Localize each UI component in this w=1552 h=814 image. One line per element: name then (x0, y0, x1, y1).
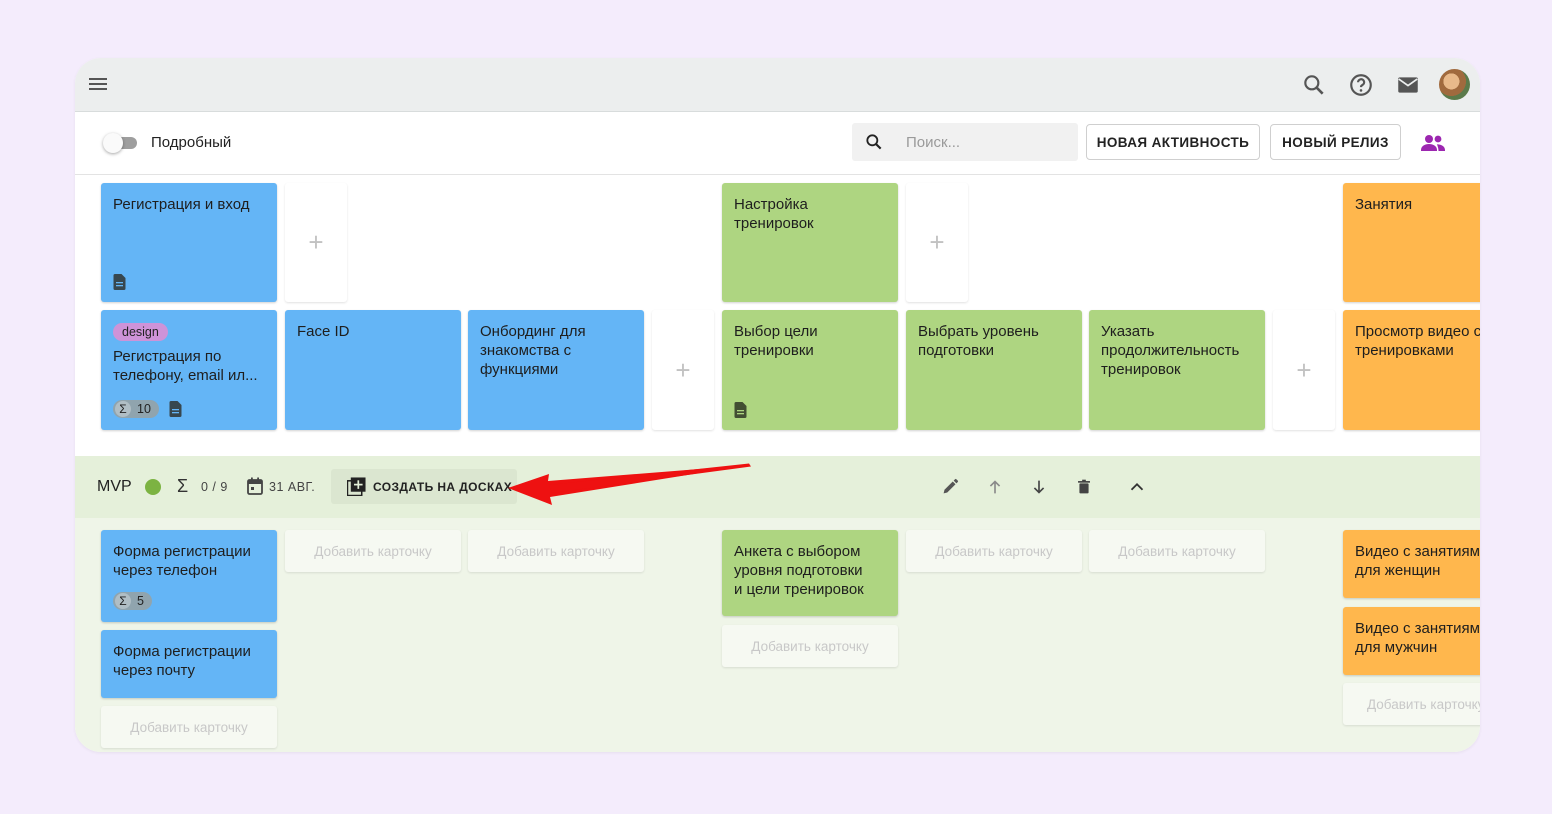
search-input[interactable] (906, 123, 1071, 161)
menu-icon[interactable] (89, 75, 111, 95)
card-meta: Σ 10 (113, 400, 182, 418)
search-icon (866, 134, 882, 150)
sigma-icon: Σ (115, 593, 131, 609)
add-step-button[interactable]: + (1273, 310, 1335, 430)
new-release-button[interactable]: НОВЫЙ РЕЛИЗ (1270, 124, 1401, 160)
help-icon[interactable] (1348, 72, 1374, 98)
mail-icon[interactable] (1395, 72, 1421, 98)
document-icon (169, 401, 182, 417)
add-card-button[interactable]: Добавить карточку (285, 530, 461, 572)
release-card[interactable]: Анкета с выбором уровня подготовки и цел… (722, 530, 898, 616)
activity-card[interactable]: Занятия (1343, 183, 1480, 302)
calendar-icon (247, 477, 263, 495)
release-name: MVP (97, 478, 132, 495)
add-card-button[interactable]: Добавить карточку (722, 625, 898, 667)
arrow-up-icon[interactable] (984, 476, 1006, 498)
detailed-toggle[interactable] (103, 133, 139, 153)
add-card-button[interactable]: Добавить карточку (1343, 683, 1480, 725)
tag-badge: design (113, 323, 168, 341)
add-card-button[interactable]: Добавить карточку (468, 530, 644, 572)
add-card-button[interactable]: Добавить карточку (906, 530, 1082, 572)
step-card[interactable]: Онбординг для знакомства с функциями (468, 310, 644, 430)
add-step-button[interactable]: + (652, 310, 714, 430)
add-card-button[interactable]: Добавить карточку (1089, 530, 1265, 572)
app-window: Подробный НОВАЯ АКТИВНОСТЬ НОВЫЙ РЕЛИЗ Р… (75, 58, 1480, 752)
step-card[interactable]: Выбор цели тренировки (722, 310, 898, 430)
add-to-boards-icon (347, 477, 366, 496)
estimate-badge: Σ5 (113, 592, 152, 610)
board-toolbar: Подробный НОВАЯ АКТИВНОСТЬ НОВЫЙ РЕЛИЗ (75, 112, 1480, 175)
step-card[interactable]: Указать продолжительность тренировок (1089, 310, 1265, 430)
release-progress: 0 / 9 (201, 480, 228, 494)
estimate-badge: Σ 10 (113, 400, 159, 418)
arrow-down-icon[interactable] (1028, 476, 1050, 498)
step-card[interactable]: Просмотр видео с тренировками (1343, 310, 1480, 430)
step-card[interactable]: Face ID (285, 310, 461, 430)
search-box (852, 123, 1078, 161)
team-icon[interactable] (1420, 131, 1446, 155)
release-date: 31 АВГ. (269, 480, 316, 494)
release-card[interactable]: Форма регистрации через телефон Σ5 (101, 530, 277, 622)
delete-icon[interactable] (1073, 476, 1095, 498)
add-card-button[interactable]: Добавить карточку (101, 706, 277, 748)
release-card[interactable]: Форма регистрации через почту (101, 630, 277, 698)
release-header: MVP Σ 0 / 9 31 АВГ. СОЗДАТЬ НА ДОСКАХ (75, 456, 1480, 518)
collapse-icon[interactable] (1126, 476, 1148, 498)
document-icon (734, 402, 747, 418)
document-icon (113, 274, 126, 290)
add-step-button[interactable]: + (285, 183, 347, 302)
detailed-toggle-label: Подробный (151, 134, 232, 151)
create-on-boards-button[interactable]: СОЗДАТЬ НА ДОСКАХ (331, 469, 517, 504)
release-section: MVP Σ 0 / 9 31 АВГ. СОЗДАТЬ НА ДОСКАХ Фо… (75, 456, 1480, 752)
sigma-icon: Σ (115, 401, 131, 417)
activity-card[interactable]: Настройка тренировок (722, 183, 898, 302)
release-card[interactable]: Видео с занятиями для женщин (1343, 530, 1480, 598)
edit-icon[interactable] (939, 476, 961, 498)
avatar[interactable] (1439, 69, 1470, 100)
step-card[interactable]: design Регистрация по телефону, email ил… (101, 310, 277, 430)
activity-card[interactable]: Регистрация и вход (101, 183, 277, 302)
release-card[interactable]: Видео с занятиями для мужчин (1343, 607, 1480, 675)
sigma-icon: Σ (177, 476, 189, 496)
add-step-button[interactable]: + (906, 183, 968, 302)
app-bar (75, 58, 1480, 112)
step-card[interactable]: Выбрать уровень подготовки (906, 310, 1082, 430)
new-activity-button[interactable]: НОВАЯ АКТИВНОСТЬ (1086, 124, 1260, 160)
card-meta: Σ5 (113, 592, 152, 610)
release-status-dot (145, 479, 161, 495)
search-icon[interactable] (1301, 72, 1327, 98)
